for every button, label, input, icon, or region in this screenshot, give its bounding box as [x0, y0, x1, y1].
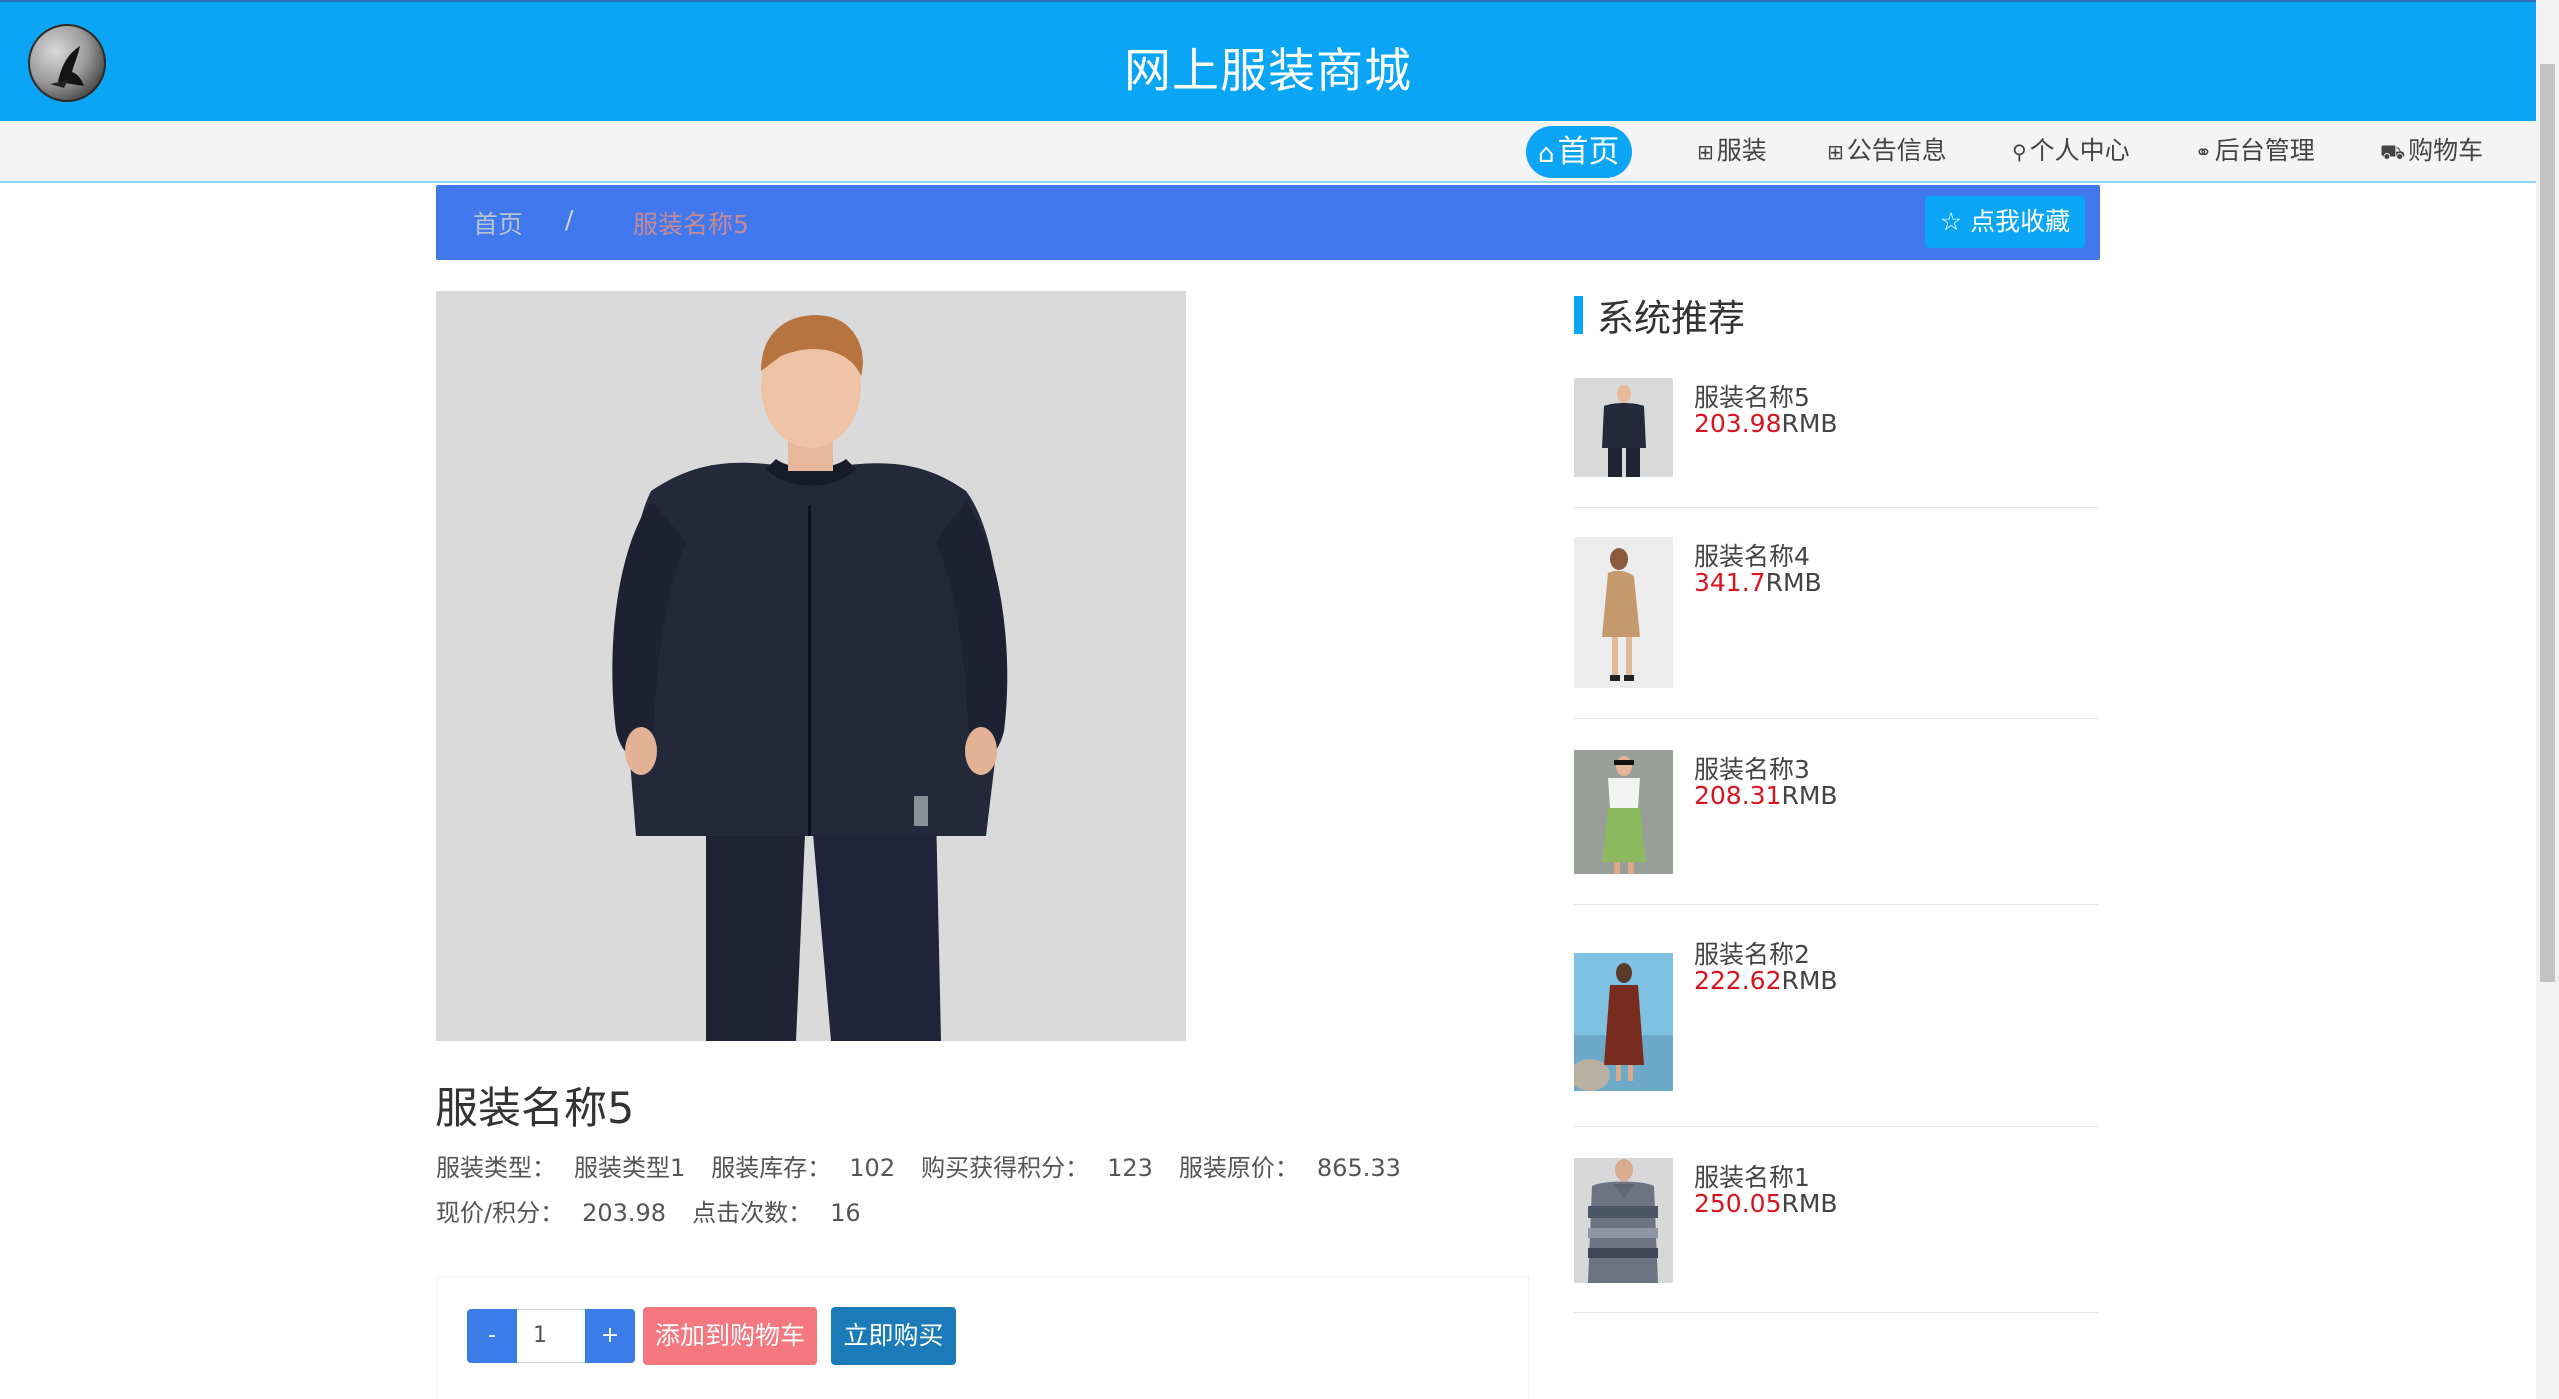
divider	[1574, 1312, 2098, 1313]
recommend-thumbnail[interactable]	[1574, 378, 1673, 477]
divider	[1574, 904, 2098, 905]
quantity-input[interactable]: 1	[517, 1309, 585, 1363]
recommend-heading: 系统推荐	[1597, 297, 1745, 340]
site-header: 网上服装商城	[0, 0, 2536, 121]
breadcrumb-separator: /	[565, 205, 574, 234]
nav-item-home[interactable]: ⌂首页	[1526, 126, 1632, 178]
breadcrumb-home[interactable]: 首页	[473, 205, 523, 241]
clicks-value: 16	[830, 1199, 861, 1227]
cart-icon: ⛟	[2380, 140, 2406, 164]
product-title: 服装名称5	[435, 1084, 635, 1134]
home-icon: ⌂	[1538, 139, 1555, 169]
recommend-thumbnail[interactable]	[1574, 750, 1673, 874]
quantity-decrease-button[interactable]: -	[467, 1309, 517, 1363]
nav-label: 个人中心	[2029, 136, 2130, 165]
currency: RMB	[1765, 568, 1822, 597]
recommend-price: 203.98RMB	[1694, 409, 1838, 438]
breadcrumb-current: 服装名称5	[633, 210, 749, 239]
recommend-price: 208.31RMB	[1694, 781, 1838, 810]
price-number: 250.05	[1694, 1189, 1782, 1218]
price-number: 203.98	[1694, 409, 1782, 438]
original-price-value: 865.33	[1316, 1154, 1401, 1182]
buy-now-button[interactable]: 立即购买	[831, 1307, 956, 1365]
recommend-price: 341.7RMB	[1694, 568, 1822, 597]
product-info-line-1: 服装类型： 服装类型1 服装库存： 102 购买获得积分： 123 服装原价： 865.33	[436, 1148, 1427, 1183]
nav-item-admin[interactable]: ⚭ 后台管理	[2195, 121, 2315, 181]
recommend-price: 222.62RMB	[1694, 966, 1838, 995]
currency: RMB	[1781, 409, 1838, 438]
add-to-cart-button[interactable]: 添加到购物车	[643, 1307, 817, 1365]
points-value: 123	[1107, 1154, 1153, 1182]
price-value: 203.98	[582, 1199, 667, 1227]
scrollbar-thumb[interactable]	[2540, 64, 2555, 982]
product-image	[436, 291, 1186, 1041]
currency: RMB	[1781, 1189, 1838, 1218]
price-number: 208.31	[1694, 781, 1782, 810]
price-number: 341.7	[1694, 568, 1766, 597]
nav-item-notices[interactable]: ⊞ 公告信息	[1827, 121, 1947, 181]
divider	[1574, 507, 2098, 508]
product-info-line-2: 现价/积分： 203.98 点击次数： 16	[436, 1193, 887, 1228]
nav-label: 购物车	[2408, 136, 2484, 165]
user-icon: ⚲	[2012, 140, 2027, 164]
link-icon: ⚭	[2195, 140, 2212, 164]
nav-item-cart[interactable]: ⛟ 购物车	[2380, 121, 2483, 181]
type-label: 服装类型：	[436, 1154, 556, 1182]
purchase-panel: - 1 + 添加到购物车 立即购买	[436, 1276, 1529, 1399]
original-price-label: 服装原价：	[1178, 1154, 1299, 1182]
currency: RMB	[1781, 966, 1838, 995]
recommend-price: 250.05RMB	[1694, 1189, 1838, 1218]
nav-label: 公告信息	[1846, 136, 1947, 165]
quantity-increase-button[interactable]: +	[585, 1309, 635, 1363]
site-title: 网上服装商城	[1124, 44, 1412, 99]
breadcrumb: 首页 / 服装名称5 ☆ 点我收藏	[436, 185, 2100, 260]
type-value: 服装类型1	[574, 1154, 686, 1182]
currency: RMB	[1781, 781, 1838, 810]
price-number: 222.62	[1694, 966, 1782, 995]
divider	[1574, 1126, 2098, 1127]
nav-label: 后台管理	[2214, 136, 2315, 165]
main-nav: ⌂首页 ⊞ 服装 ⊞ 公告信息 ⚲ 个人中心 ⚭ 后台管理 ⛟ 购物车	[0, 121, 2536, 183]
recommend-thumbnail[interactable]	[1574, 1158, 1673, 1283]
recommend-heading-bar	[1574, 296, 1583, 334]
clicks-label: 点击次数：	[692, 1199, 813, 1227]
recommend-thumbnail[interactable]	[1574, 935, 1673, 1091]
recommend-thumbnail[interactable]	[1574, 537, 1673, 688]
page: 网上服装商城 ⌂首页 ⊞ 服装 ⊞ 公告信息 ⚲ 个人中心 ⚭ 后台管理 ⛟ 购物车 首页…	[0, 0, 2559, 1399]
gift-icon: ⊞	[1697, 140, 1714, 164]
nav-item-clothing[interactable]: ⊞ 服装	[1697, 121, 1767, 181]
nav-label: 服装	[1716, 136, 1767, 165]
stock-value: 102	[849, 1154, 896, 1182]
stock-label: 服装库存：	[711, 1154, 832, 1182]
divider	[1574, 718, 2098, 719]
grid-icon: ⊞	[1827, 140, 1844, 164]
nav-item-profile[interactable]: ⚲ 个人中心	[2012, 121, 2130, 181]
favorite-button[interactable]: ☆ 点我收藏	[1925, 196, 2085, 248]
points-label: 购买获得积分：	[921, 1154, 1090, 1182]
page-scrollbar[interactable]	[2536, 0, 2559, 1399]
price-label: 现价/积分：	[436, 1199, 565, 1227]
nav-label: 首页	[1557, 134, 1620, 170]
